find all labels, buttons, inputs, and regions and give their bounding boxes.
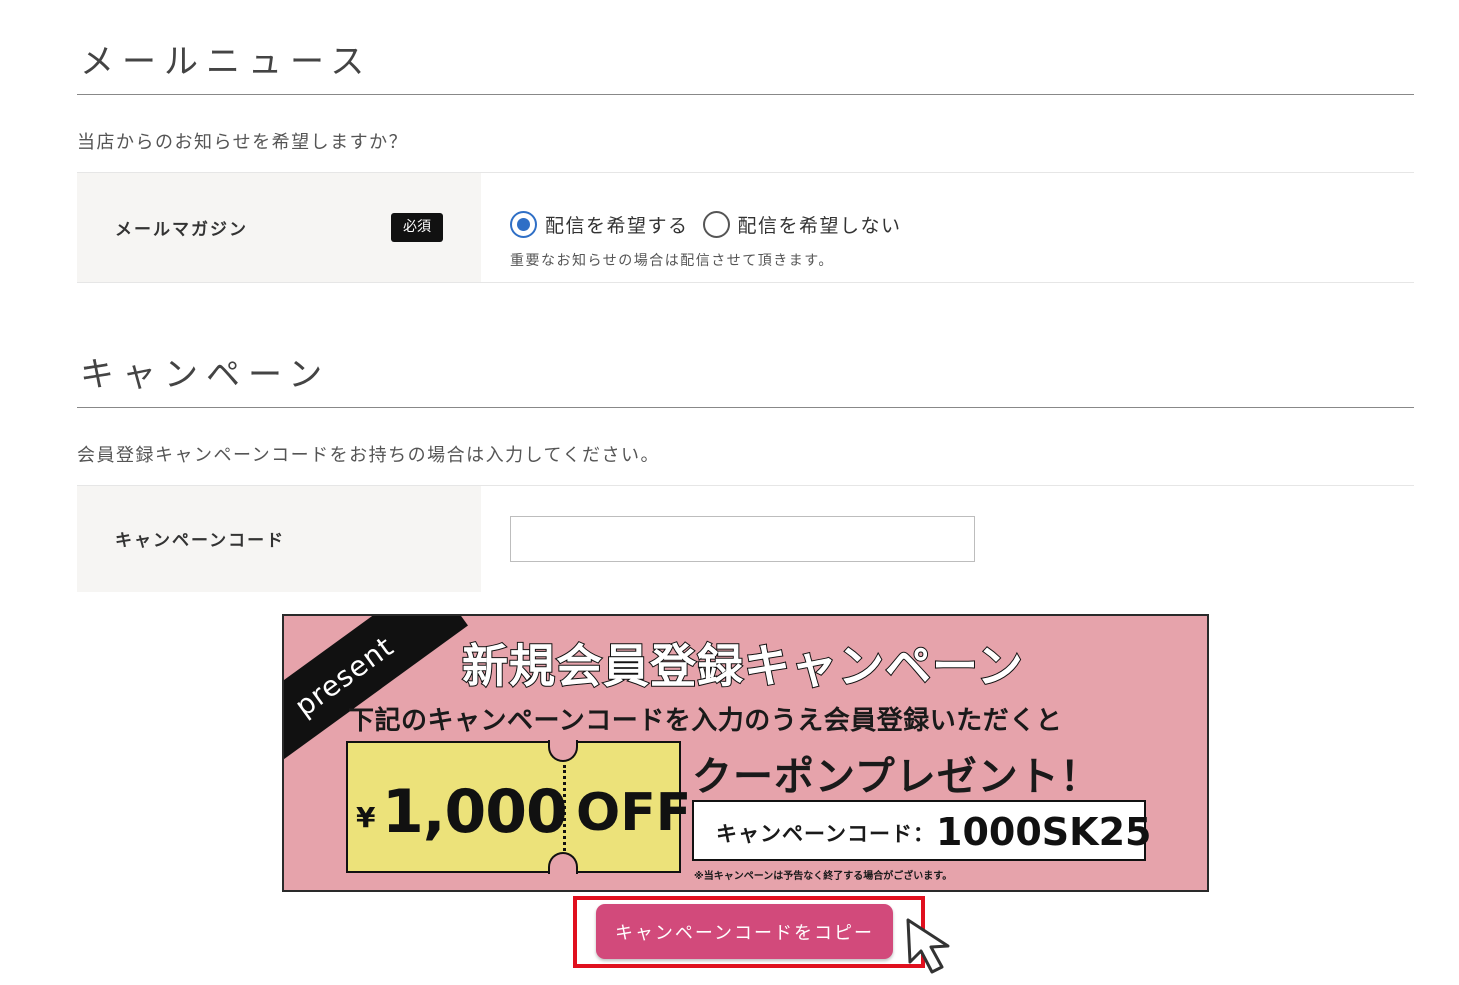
campaign-code-value: 1000SK25 bbox=[936, 810, 1152, 854]
radio-unsubscribe[interactable]: 配信を希望しない bbox=[702, 211, 902, 238]
arrow-cursor-icon bbox=[906, 918, 950, 974]
banner-disclaimer: ※当キャンペーンは予告なく終了する場合がございます。 bbox=[694, 871, 953, 882]
mail-magazine-radio-group: 配信を希望する 配信を希望しない bbox=[510, 211, 916, 238]
section-divider bbox=[77, 407, 1414, 408]
mail-magazine-note: 重要なお知らせの場合は配信させて頂きます。 bbox=[510, 253, 834, 269]
coupon-ticket: ¥ 1,000 OFF bbox=[346, 740, 691, 874]
mail-magazine-label: メールマガジン bbox=[115, 220, 248, 240]
campaign-code-row: キャンペーンコード bbox=[77, 485, 1414, 592]
mail-magazine-row: メールマガジン 必須 配信を希望する 配信を希望しない 重要なお知らせの場合は配… bbox=[77, 172, 1414, 283]
radio-unsubscribe-label[interactable]: 配信を希望しない bbox=[738, 211, 902, 238]
banner-subtitle: 下記のキャンペーンコードを入力のうえ会員登録いただくと bbox=[348, 706, 1063, 736]
form-label-cell: キャンペーンコード bbox=[77, 486, 481, 592]
section-divider bbox=[77, 94, 1414, 95]
mail-news-intro: 当店からのお知らせを希望しますか？ bbox=[77, 132, 409, 153]
yen-symbol: ¥ bbox=[356, 801, 376, 834]
form-label-cell: メールマガジン 必須 bbox=[77, 173, 481, 282]
required-badge: 必須 bbox=[391, 213, 443, 242]
copy-campaign-code-button[interactable]: キャンペーンコードをコピー bbox=[596, 904, 893, 959]
radio-unchecked-icon[interactable] bbox=[702, 211, 730, 238]
campaign-title: キャンペーン bbox=[80, 355, 331, 395]
campaign-banner: present 新規会員登録キャンペーン 下記のキャンペーンコードを入力のうえ会… bbox=[282, 614, 1209, 892]
campaign-code-input[interactable] bbox=[510, 516, 975, 562]
ticket-notch bbox=[548, 852, 578, 874]
code-box-label: キャンペーンコード： bbox=[716, 822, 935, 846]
coupon-heading: クーポンプレゼント！ bbox=[692, 754, 1101, 800]
radio-subscribe-label[interactable]: 配信を希望する bbox=[545, 211, 689, 238]
campaign-code-box: キャンペーンコード： 1000SK25 bbox=[692, 800, 1151, 861]
banner-title: 新規会員登録キャンペーン bbox=[461, 638, 1024, 694]
discount-off-label: OFF bbox=[576, 783, 692, 843]
campaign-intro: 会員登録キャンペーンコードをお持ちの場合は入力してください。 bbox=[77, 445, 661, 466]
discount-amount: 1,000 bbox=[382, 777, 568, 847]
campaign-code-label: キャンペーンコード bbox=[115, 531, 286, 551]
radio-checked-icon[interactable] bbox=[510, 211, 537, 238]
radio-subscribe[interactable]: 配信を希望する bbox=[510, 211, 689, 238]
mail-news-title: メールニュース bbox=[80, 42, 373, 82]
ticket-notch bbox=[548, 740, 578, 762]
